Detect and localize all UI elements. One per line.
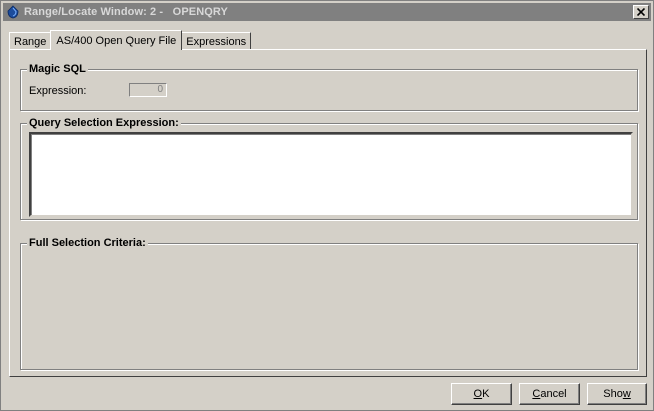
show-button[interactable]: Sho w (587, 383, 647, 405)
full-selection-group: Full Selection Criteria: (20, 237, 638, 370)
close-icon (637, 8, 645, 16)
magic-sql-title: Magic SQL (27, 63, 88, 75)
query-selection-input[interactable] (29, 132, 633, 217)
close-button[interactable] (633, 5, 649, 19)
full-selection-title: Full Selection Criteria: (27, 237, 148, 249)
show-mnemonic: w (622, 388, 631, 400)
tab-as400-label: AS/400 Open Query File (56, 34, 177, 47)
tab-range-label: Range (14, 35, 47, 48)
app-icon (7, 5, 19, 19)
cancel-mnemonic: C (532, 388, 541, 400)
query-selection-title: Query Selection Expression: (27, 117, 181, 129)
window-title: Range/Locate Window: 2 - OPENQRY (24, 6, 228, 18)
ok-button[interactable]: OK (451, 383, 512, 405)
tab-expressions[interactable]: Expressions (181, 32, 252, 50)
expression-field[interactable]: 0 (129, 83, 167, 97)
query-selection-group: Query Selection Expression: (20, 117, 638, 220)
tab-as400-open-query-file[interactable]: AS/400 Open Query File (50, 30, 183, 50)
tab-expressions-label: Expressions (186, 35, 247, 48)
ok-mnemonic: O (473, 388, 483, 400)
tab-range[interactable]: Range (9, 32, 52, 50)
title-bar[interactable]: Range/Locate Window: 2 - OPENQRY (3, 3, 651, 21)
expression-label: Expression: (29, 85, 87, 97)
cancel-label-rest: ancel (540, 388, 567, 400)
tab-strip: Range AS/400 Open Query File Expressions (9, 30, 252, 50)
magic-sql-group: Magic SQL Expression: 0 (20, 63, 638, 111)
cancel-button[interactable]: Cancel (519, 383, 580, 405)
ok-label-rest: K (482, 388, 490, 400)
range-locate-window: Range/Locate Window: 2 - OPENQRY Range A… (0, 0, 654, 411)
tab-panel: Magic SQL Expression: 0 Query Selection … (9, 49, 647, 377)
show-label-prefix: Sho (603, 388, 623, 400)
